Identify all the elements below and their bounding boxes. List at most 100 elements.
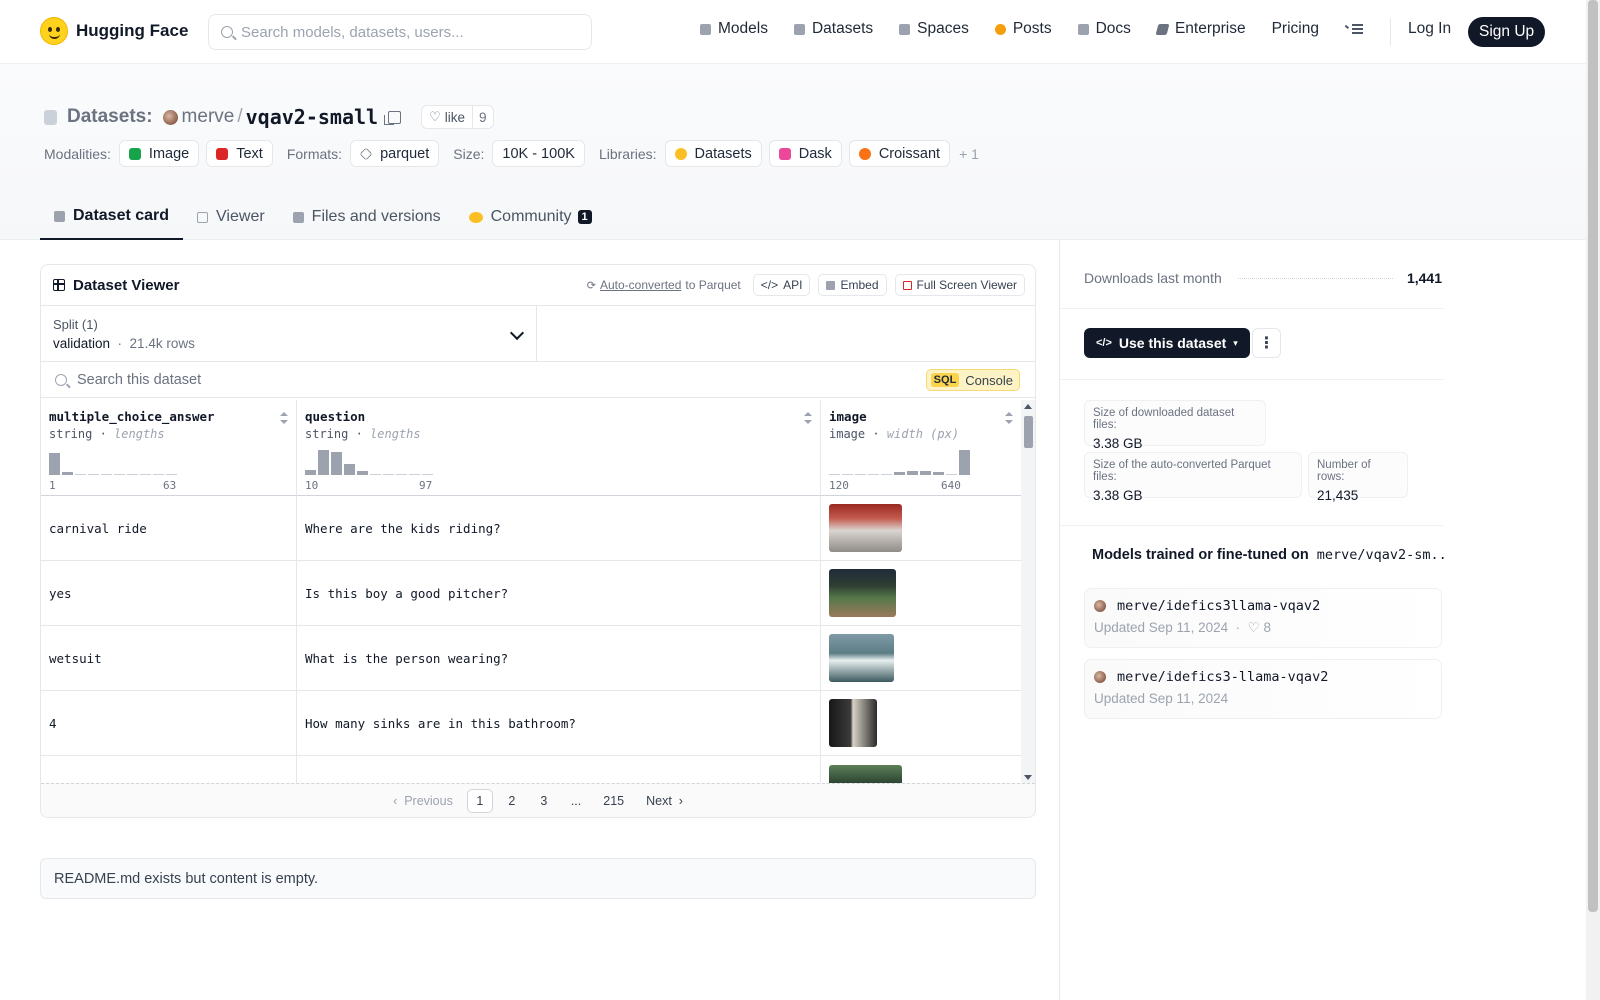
login-link[interactable]: Log In: [1408, 20, 1451, 38]
histogram-bar[interactable]: [318, 450, 329, 475]
cell-question[interactable]: Where are the kids riding?: [297, 496, 821, 560]
nav-datasets[interactable]: Datasets: [793, 20, 873, 38]
histogram-bar[interactable]: [344, 464, 355, 475]
image-thumbnail[interactable]: [829, 569, 896, 617]
sql-console-button[interactable]: SQL Console: [925, 369, 1020, 391]
embed-button[interactable]: Embed: [818, 274, 887, 296]
cell-answer[interactable]: carnival ride: [41, 496, 297, 560]
sort-icon[interactable]: [804, 412, 812, 424]
nav-enterprise[interactable]: Enterprise: [1155, 20, 1246, 38]
cell-answer[interactable]: yes: [41, 561, 297, 625]
dataset-search-input[interactable]: Search this dataset SQL Console: [41, 362, 1035, 398]
histogram-bar[interactable]: [409, 474, 420, 475]
column-header-image[interactable]: image image · width (px) 120 640: [821, 400, 1021, 496]
table-row[interactable]: [41, 756, 1021, 784]
cell-question[interactable]: What is the person wearing?: [297, 626, 821, 690]
page-3-button[interactable]: 3: [531, 789, 557, 813]
nav-docs[interactable]: Docs: [1077, 20, 1131, 38]
tag-size[interactable]: 10K - 100K: [492, 140, 585, 167]
histogram-bar[interactable]: [842, 474, 853, 475]
signup-button[interactable]: Sign Up: [1468, 17, 1546, 47]
column-header-answer[interactable]: multiple_choice_answer string · lengths …: [41, 400, 297, 496]
histogram-bar[interactable]: [75, 474, 86, 475]
column-histogram[interactable]: [305, 448, 433, 475]
auto-converted-link[interactable]: Auto-converted: [600, 278, 681, 292]
histogram-bar[interactable]: [881, 474, 892, 475]
table-row[interactable]: carnival ride Where are the kids riding?: [41, 496, 1021, 561]
more-options-button[interactable]: ⋮: [1252, 328, 1281, 358]
image-thumbnail[interactable]: [829, 699, 877, 747]
page-scrollbar-thumb[interactable]: [1588, 0, 1598, 912]
like-count[interactable]: 9: [473, 110, 493, 125]
cell-question[interactable]: [297, 756, 821, 784]
model-card[interactable]: merve/idefics3llama-vqav2 Updated Sep 11…: [1084, 588, 1442, 648]
nav-pricing[interactable]: Pricing: [1272, 20, 1319, 38]
image-thumbnail[interactable]: [829, 634, 894, 682]
dataset-name[interactable]: vqav2-small: [246, 105, 378, 129]
model-card[interactable]: merve/idefics3-llama-vqav2 Updated Sep 1…: [1084, 659, 1442, 719]
models-heading-repo[interactable]: merve/vqav2-sm...: [1317, 547, 1444, 563]
table-row[interactable]: yes Is this boy a good pitcher?: [41, 561, 1021, 626]
tab-viewer[interactable]: Viewer: [183, 194, 279, 240]
cell-question[interactable]: How many sinks are in this bathroom?: [297, 691, 821, 755]
histogram-bar[interactable]: [855, 474, 866, 475]
tag-datasets-lib[interactable]: Datasets: [664, 140, 762, 167]
histogram-bar[interactable]: [894, 472, 905, 475]
histogram-bar[interactable]: [370, 474, 381, 475]
tag-text[interactable]: Text: [206, 140, 273, 167]
split-selector[interactable]: Split (1) validation · 21.4k rows: [41, 306, 537, 362]
next-page-button[interactable]: Next ›: [638, 789, 691, 813]
scrollbar-thumb[interactable]: [1024, 416, 1033, 448]
nav-posts[interactable]: Posts: [994, 20, 1052, 38]
cell-question[interactable]: Is this boy a good pitcher?: [297, 561, 821, 625]
image-thumbnail[interactable]: [829, 765, 902, 784]
brand-logo[interactable]: Hugging Face: [40, 17, 188, 45]
cell-image[interactable]: [821, 756, 1021, 784]
cell-image[interactable]: [821, 561, 1021, 625]
histogram-bar[interactable]: [868, 474, 879, 475]
histogram-bar[interactable]: [49, 453, 60, 475]
histogram-bar[interactable]: [62, 472, 73, 475]
global-search-input[interactable]: Search models, datasets, users...: [208, 14, 592, 50]
cell-answer[interactable]: wetsuit: [41, 626, 297, 690]
scroll-up-icon[interactable]: [1024, 404, 1032, 409]
tab-community[interactable]: Community 1: [455, 194, 606, 240]
user-avatar[interactable]: [162, 109, 178, 125]
histogram-bar[interactable]: [422, 474, 433, 475]
cell-image[interactable]: [821, 496, 1021, 560]
scroll-down-icon[interactable]: [1024, 775, 1032, 780]
histogram-bar[interactable]: [88, 474, 99, 475]
tab-files[interactable]: Files and versions: [279, 194, 455, 240]
histogram-bar[interactable]: [140, 474, 151, 475]
use-dataset-button[interactable]: </> Use this dataset ▾: [1084, 328, 1250, 358]
cell-image[interactable]: [821, 626, 1021, 690]
histogram-bar[interactable]: [383, 474, 394, 475]
column-histogram[interactable]: [49, 448, 177, 475]
table-row[interactable]: wetsuit What is the person wearing?: [41, 626, 1021, 691]
page-2-button[interactable]: 2: [499, 789, 525, 813]
histogram-bar[interactable]: [946, 474, 957, 475]
cell-image[interactable]: [821, 691, 1021, 755]
previous-page-button[interactable]: ‹ Previous: [385, 789, 461, 813]
page-1-button[interactable]: 1: [466, 788, 493, 813]
column-histogram[interactable]: [829, 448, 970, 475]
histogram-bar[interactable]: [396, 474, 407, 475]
histogram-bar[interactable]: [127, 474, 138, 475]
cell-answer[interactable]: 4: [41, 691, 297, 755]
table-row[interactable]: 4 How many sinks are in this bathroom?: [41, 691, 1021, 756]
histogram-bar[interactable]: [920, 471, 931, 475]
api-button[interactable]: </> API: [752, 274, 811, 296]
histogram-bar[interactable]: [907, 471, 918, 475]
more-libraries[interactable]: + 1: [959, 146, 979, 162]
page-last-button[interactable]: 215: [595, 789, 632, 813]
table-scrollbar[interactable]: [1021, 400, 1035, 784]
histogram-bar[interactable]: [357, 471, 368, 475]
tab-dataset-card[interactable]: Dataset card: [40, 194, 184, 240]
image-thumbnail[interactable]: [829, 504, 902, 552]
like-button[interactable]: ♡ like 9: [421, 105, 494, 129]
histogram-bar[interactable]: [959, 450, 970, 475]
histogram-bar[interactable]: [153, 474, 164, 475]
breadcrumb-user[interactable]: merve: [182, 106, 235, 128]
breadcrumb-section[interactable]: Datasets:: [67, 106, 153, 128]
full-screen-button[interactable]: Full Screen Viewer: [894, 274, 1025, 296]
